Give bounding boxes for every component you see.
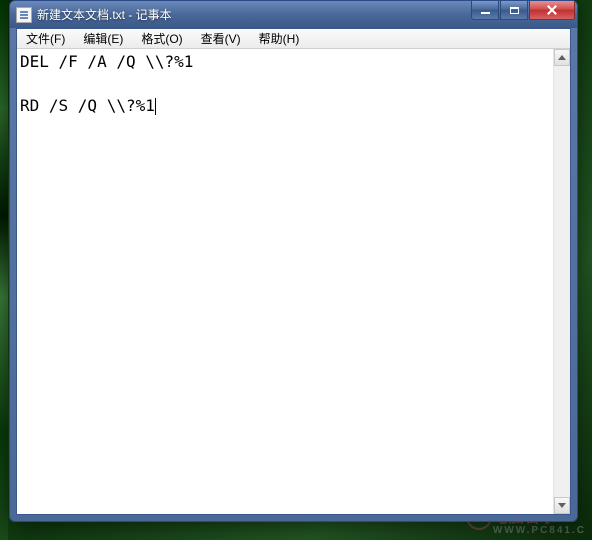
- menubar: 文件(F) 编辑(E) 格式(O) 查看(V) 帮助(H): [17, 29, 570, 49]
- menu-edit[interactable]: 编辑(E): [74, 29, 132, 48]
- titlebar[interactable]: 新建文本文档.txt - 记事本: [10, 1, 577, 28]
- maximize-button[interactable]: [500, 1, 528, 20]
- close-button[interactable]: [529, 1, 575, 20]
- menu-format[interactable]: 格式(O): [132, 29, 191, 48]
- notepad-window: 新建文本文档.txt - 记事本 文件(F) 编辑(E) 格式(O) 查看(V)…: [9, 0, 578, 522]
- scroll-down-button[interactable]: [554, 497, 570, 514]
- desktop-strip: [0, 0, 8, 540]
- window-title: 新建文本文档.txt - 记事本: [37, 6, 470, 23]
- scroll-track[interactable]: [554, 66, 570, 497]
- menu-help[interactable]: 帮助(H): [250, 29, 309, 48]
- text-caret: [155, 98, 156, 115]
- menu-view[interactable]: 查看(V): [192, 29, 250, 48]
- notepad-icon: [16, 7, 32, 23]
- chevron-down-icon: [558, 503, 566, 508]
- vertical-scrollbar[interactable]: [553, 49, 570, 514]
- close-icon: [546, 4, 558, 16]
- watermark-en: WWW.PC841.C: [493, 525, 586, 536]
- editor-wrap: DEL /F /A /Q \\?%1 RD /S /Q \\?%1: [17, 49, 570, 514]
- minimize-icon: [481, 12, 490, 14]
- text-editor[interactable]: DEL /F /A /Q \\?%1 RD /S /Q \\?%1: [17, 49, 553, 514]
- editor-line-1: DEL /F /A /Q \\?%1: [20, 52, 193, 71]
- menu-file[interactable]: 文件(F): [17, 29, 74, 48]
- window-controls: [470, 1, 575, 21]
- minimize-button[interactable]: [471, 1, 499, 20]
- scroll-up-button[interactable]: [554, 49, 570, 66]
- maximize-icon: [510, 7, 519, 14]
- chevron-up-icon: [558, 55, 566, 60]
- window-inner: 文件(F) 编辑(E) 格式(O) 查看(V) 帮助(H) DEL /F /A …: [16, 28, 571, 515]
- editor-line-2: RD /S /Q \\?%1: [20, 96, 155, 115]
